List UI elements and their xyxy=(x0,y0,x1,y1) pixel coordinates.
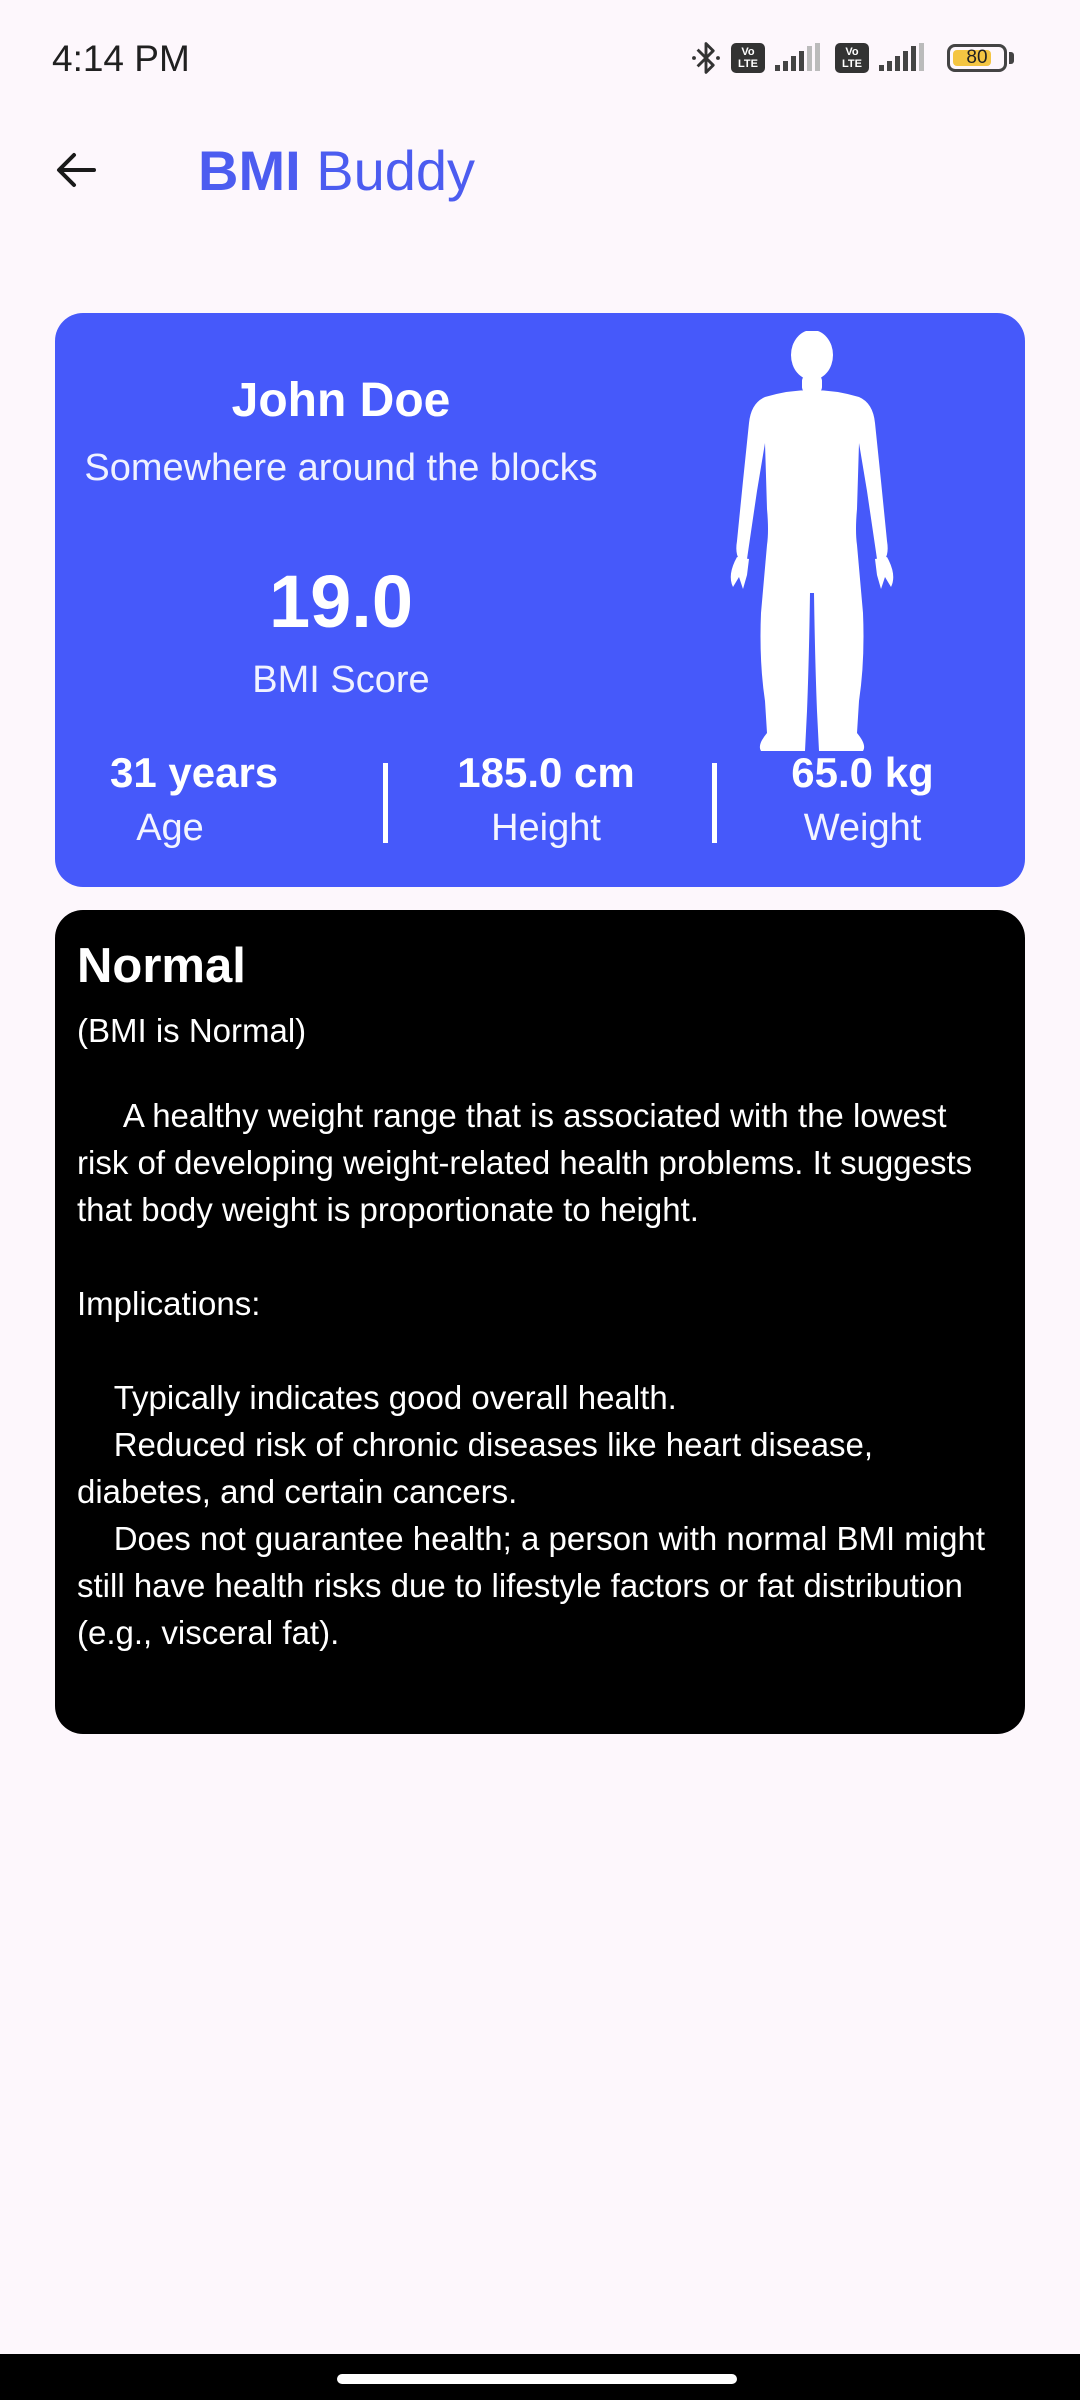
stat-divider-2 xyxy=(712,763,717,843)
user-name: John Doe xyxy=(231,374,451,427)
system-navigation-bar xyxy=(0,2354,1080,2400)
age-label: Age xyxy=(136,807,204,849)
status-bar: 4:14 PM Vo LTE Vo LTE 80 xyxy=(0,0,1080,120)
bmi-score-label: BMI Score xyxy=(252,659,430,701)
stat-weight: 65.0 kg Weight xyxy=(775,749,950,850)
human-body-icon xyxy=(730,331,894,751)
height-label: Height xyxy=(491,807,601,849)
battery-level: 80 xyxy=(966,47,988,68)
home-indicator[interactable] xyxy=(337,2374,737,2384)
bmi-score-value: 19.0 xyxy=(268,560,414,643)
stat-age: 31 years Age xyxy=(110,749,279,850)
stat-divider-1 xyxy=(383,763,388,843)
volte-badge-1: Vo LTE xyxy=(731,43,765,73)
bmi-category-description: A healthy weight range that is associate… xyxy=(77,1097,985,1651)
app-title-bold: BMI xyxy=(198,139,301,202)
arrow-back-icon xyxy=(57,153,96,187)
profile-card: John Doe Somewhere around the blocks 19.… xyxy=(55,313,1025,887)
app-title: BMI Buddy xyxy=(198,138,475,203)
cellular-signal-icon xyxy=(775,43,820,71)
stats-row: 31 years Age 185.0 cm Height 65.0 kg Wei… xyxy=(55,749,1025,869)
cellular-signal-icon-2 xyxy=(879,43,924,71)
volte-badge-2: Vo LTE xyxy=(835,43,869,73)
volte-label-2: Vo LTE xyxy=(842,46,862,70)
volte-label-1: Vo LTE xyxy=(738,46,758,70)
battery-cap xyxy=(1009,52,1014,64)
battery-icon: 80 xyxy=(947,44,1007,72)
height-value: 185.0 cm xyxy=(457,749,635,796)
app-bar: BMI Buddy xyxy=(0,120,1080,220)
weight-label: Weight xyxy=(803,807,922,849)
bmi-category-card: Normal (BMI is Normal) A healthy weight … xyxy=(55,910,1025,1734)
status-time: 4:14 PM xyxy=(52,38,190,79)
age-value: 31 years xyxy=(110,749,279,796)
bmi-category-subtitle: (BMI is Normal) xyxy=(77,1012,307,1049)
app-title-rest: Buddy xyxy=(300,139,475,202)
status-icons: Vo LTE Vo LTE 80 xyxy=(691,40,1014,76)
bmi-category-title: Normal xyxy=(77,939,246,993)
user-address: Somewhere around the blocks xyxy=(84,447,598,489)
bluetooth-icon xyxy=(692,42,720,74)
back-button[interactable] xyxy=(44,138,108,202)
weight-value: 65.0 kg xyxy=(791,749,934,796)
